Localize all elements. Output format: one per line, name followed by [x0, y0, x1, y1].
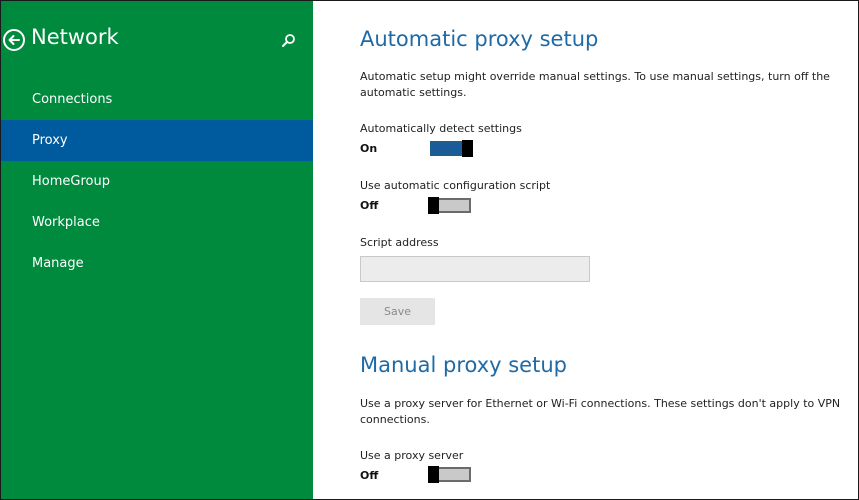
- manual-proxy-heading: Manual proxy setup: [360, 353, 567, 377]
- sidebar-item-label: Workplace: [32, 215, 100, 230]
- search-icon[interactable]: [279, 31, 299, 51]
- main-content: Automatic proxy setup Automatic setup mi…: [313, 1, 858, 499]
- automatic-proxy-heading: Automatic proxy setup: [360, 27, 599, 51]
- sidebar-item-proxy[interactable]: Proxy: [1, 120, 313, 161]
- config-script-toggle[interactable]: [428, 197, 471, 214]
- config-script-state: Off: [360, 199, 379, 212]
- toggle-thumb[interactable]: [462, 140, 473, 157]
- use-proxy-state: Off: [360, 469, 379, 482]
- sidebar-item-workplace[interactable]: Workplace: [1, 202, 313, 243]
- script-address-label: Script address: [360, 236, 439, 249]
- detect-settings-toggle[interactable]: [430, 140, 473, 157]
- sidebar-item-connections[interactable]: Connections: [1, 79, 313, 120]
- detect-settings-state: On: [360, 142, 378, 155]
- sidebar-title: Network: [31, 25, 119, 49]
- sidebar-item-label: Manage: [32, 256, 84, 271]
- sidebar-item-homegroup[interactable]: HomeGroup: [1, 161, 313, 202]
- sidebar-item-manage[interactable]: Manage: [1, 243, 313, 284]
- sidebar-item-label: Proxy: [32, 133, 68, 148]
- toggle-thumb[interactable]: [428, 197, 439, 214]
- script-address-input[interactable]: [360, 256, 590, 282]
- sidebar: Network Connections Proxy HomeGroup Work…: [1, 1, 313, 499]
- sidebar-item-label: HomeGroup: [32, 174, 110, 189]
- automatic-proxy-description: Automatic setup might override manual se…: [360, 70, 830, 99]
- sidebar-item-label: Connections: [32, 92, 113, 107]
- back-arrow-circle-icon[interactable]: [2, 28, 26, 52]
- sidebar-nav: Connections Proxy HomeGroup Workplace Ma…: [1, 79, 313, 284]
- detect-settings-label: Automatically detect settings: [360, 122, 522, 135]
- toggle-thumb[interactable]: [428, 466, 439, 483]
- settings-window: Network Connections Proxy HomeGroup Work…: [0, 0, 859, 500]
- manual-proxy-description: Use a proxy server for Ethernet or Wi-Fi…: [360, 397, 841, 426]
- sidebar-header: Network: [1, 23, 313, 57]
- save-button[interactable]: Save: [360, 298, 435, 325]
- use-proxy-toggle[interactable]: [428, 466, 471, 483]
- config-script-label: Use automatic configuration script: [360, 179, 551, 192]
- use-proxy-label: Use a proxy server: [360, 449, 464, 462]
